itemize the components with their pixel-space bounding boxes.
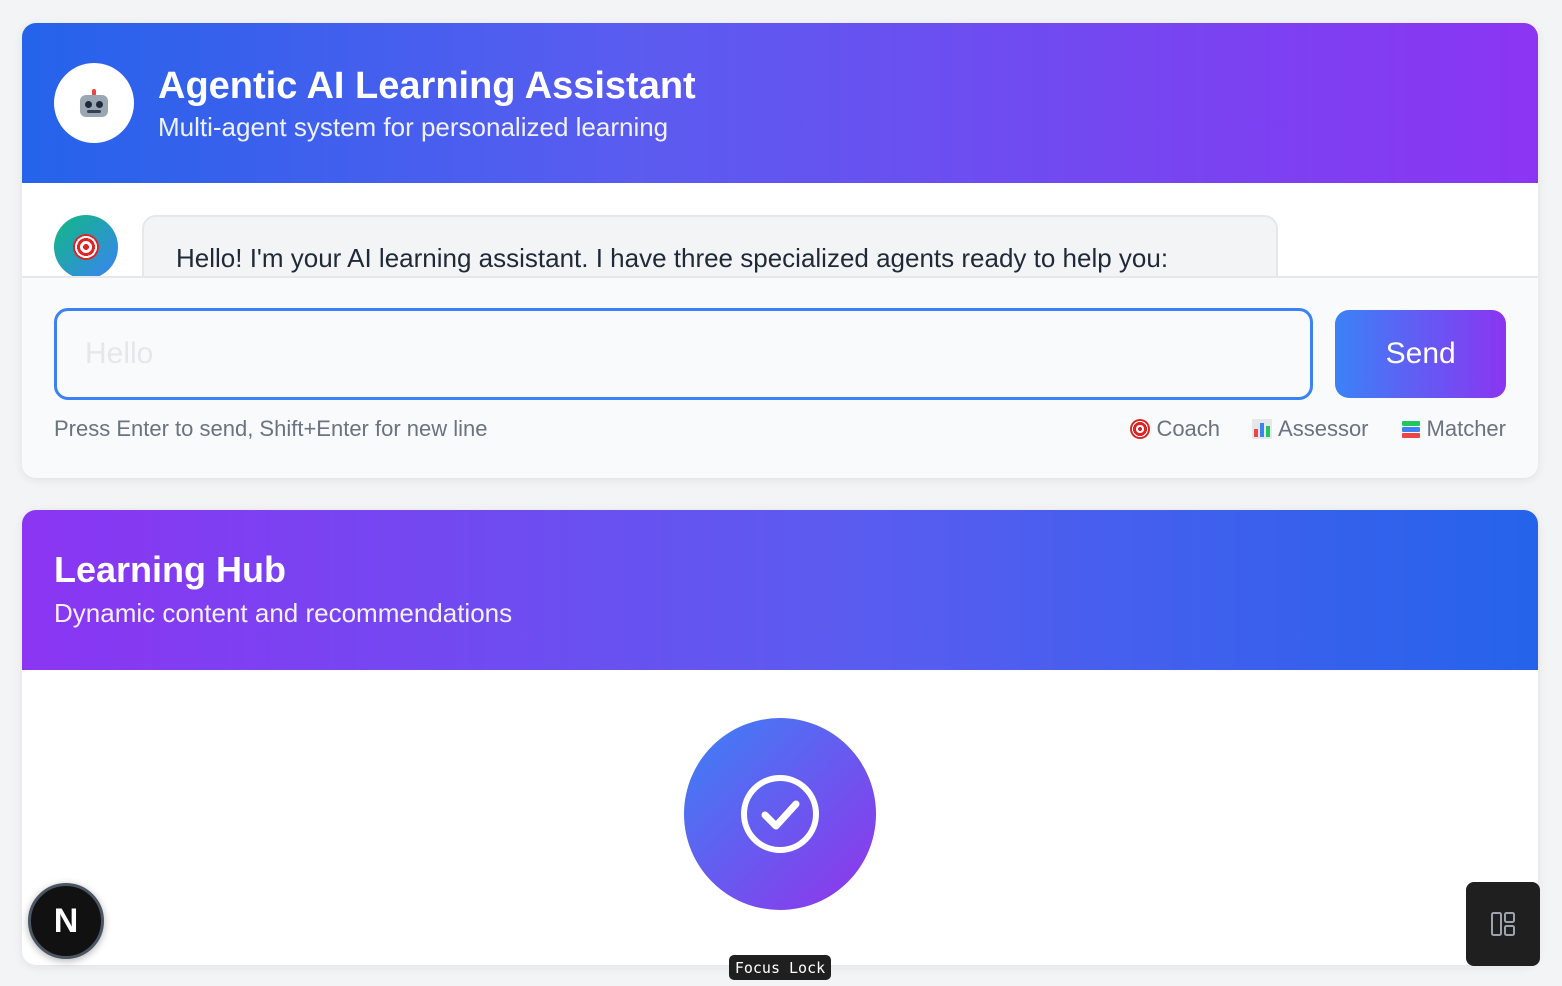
books-icon bbox=[1401, 419, 1421, 439]
chat-subtitle: Multi-agent system for personalized lear… bbox=[158, 111, 669, 142]
agent-legend: Coach Assessor Matcher bbox=[1130, 416, 1506, 442]
send-button[interactable]: Send bbox=[1335, 310, 1506, 398]
robot-icon bbox=[78, 89, 110, 117]
hub-content bbox=[22, 670, 1538, 965]
check-circle-icon bbox=[684, 718, 876, 910]
message-input[interactable] bbox=[54, 308, 1314, 400]
keyboard-hint: Press Enter to send, Shift+Enter for new… bbox=[54, 416, 488, 441]
learning-hub-panel: Learning Hub Dynamic content and recomme… bbox=[22, 510, 1538, 965]
nextjs-dev-badge[interactable]: N bbox=[28, 883, 104, 959]
layout-toggle-button[interactable] bbox=[1466, 882, 1540, 966]
chat-header: Agentic AI Learning Assistant Multi-agen… bbox=[22, 23, 1538, 183]
focus-lock-label: Focus Lock bbox=[729, 955, 831, 980]
message-composer: Send Press Enter to send, Shift+Enter fo… bbox=[22, 276, 1538, 478]
bar-chart-icon bbox=[1252, 419, 1273, 439]
target-icon bbox=[1130, 419, 1151, 439]
hub-subtitle: Dynamic content and recommendations bbox=[54, 598, 513, 628]
message-list[interactable]: Hello! I'm your AI learning assistant. I… bbox=[22, 183, 1538, 277]
chat-panel: Agentic AI Learning Assistant Multi-agen… bbox=[22, 23, 1538, 478]
assistant-avatar bbox=[54, 63, 134, 143]
chat-title: Agentic AI Learning Assistant bbox=[158, 64, 696, 107]
hub-header: Learning Hub Dynamic content and recomme… bbox=[22, 510, 1538, 670]
agent-tag-assessor: Assessor bbox=[1252, 416, 1369, 442]
layout-icon bbox=[1491, 912, 1515, 936]
target-icon bbox=[73, 234, 99, 260]
agent-tag-matcher: Matcher bbox=[1401, 416, 1506, 442]
hub-title: Learning Hub bbox=[54, 549, 286, 590]
agent-tag-coach: Coach bbox=[1130, 416, 1220, 442]
assistant-message: Hello! I'm your AI learning assistant. I… bbox=[142, 215, 1278, 277]
coach-agent-avatar bbox=[54, 215, 118, 277]
